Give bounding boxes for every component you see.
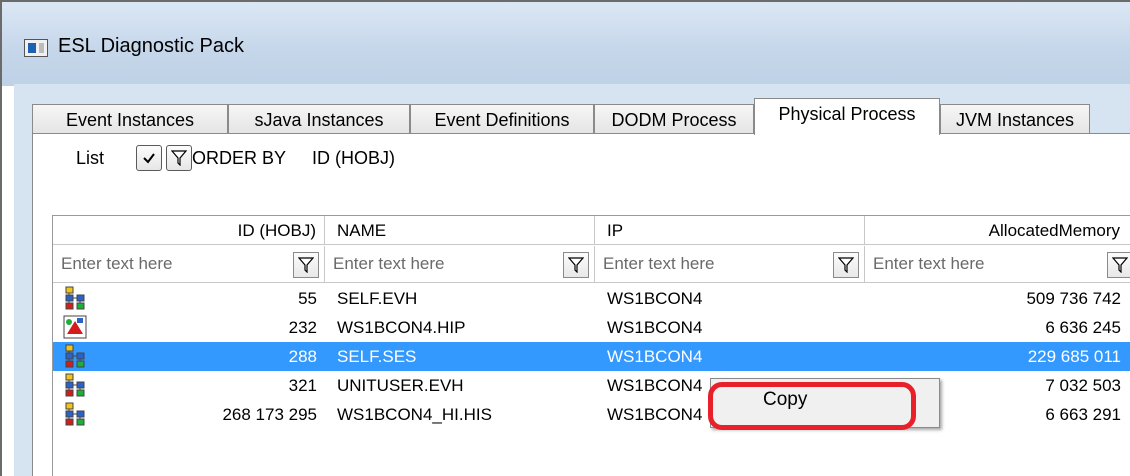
filter-button-id[interactable] — [293, 252, 319, 278]
cell-name: SELF.SES — [337, 347, 417, 366]
filter-input-allocated-memory[interactable] — [873, 246, 1073, 282]
table-row[interactable]: 232 WS1BCON4.HIP WS1BCON4 6 636 245 — [53, 313, 1130, 342]
filter-cell-allocated-memory — [865, 246, 1130, 283]
process-grid: ID (HOBJ) NAME IP AllocatedMemory 55 SELF… — [52, 215, 1130, 476]
filter-cell-ip — [595, 246, 865, 283]
filter-button-name[interactable] — [563, 252, 589, 278]
funnel-icon — [1112, 257, 1128, 273]
column-header-ip[interactable]: IP — [595, 216, 865, 245]
tab-physical-process[interactable]: Physical Process — [754, 98, 940, 135]
filter-input-ip[interactable] — [603, 246, 803, 282]
cell-name: WS1BCON4.HIP — [337, 318, 466, 337]
window-title: ESL Diagnostic Pack — [58, 35, 245, 57]
column-header-allocated-memory[interactable]: AllocatedMemory — [865, 216, 1130, 245]
column-header-name[interactable]: NAME — [325, 216, 595, 245]
tab-sjava-instances[interactable]: sJava Instances — [228, 104, 410, 134]
filter-cell-name — [325, 246, 595, 283]
cell-id: 321 — [288, 376, 317, 395]
order-by-label: ORDER BY — [192, 148, 287, 168]
funnel-icon — [170, 150, 188, 167]
filter-input-id[interactable] — [61, 246, 261, 282]
cell-allocated-memory: 6 636 245 — [1045, 318, 1121, 337]
filter-button[interactable] — [166, 145, 192, 171]
cell-id: 268 173 295 — [222, 405, 317, 424]
title-bar: ESL Diagnostic Pack — [2, 2, 1130, 86]
check-button[interactable] — [136, 145, 162, 171]
tab-event-definitions[interactable]: Event Definitions — [410, 104, 594, 134]
cell-id: 55 — [298, 289, 317, 308]
list-label: List — [76, 148, 105, 168]
tab-jvm-instances[interactable]: JVM Instances — [940, 104, 1090, 134]
filter-input-name[interactable] — [333, 246, 533, 282]
cell-ip: WS1BCON4 — [607, 318, 703, 337]
table-row[interactable]: 268 173 295 WS1BCON4_HI.HIS WS1BCON4 6 663 … — [53, 400, 1130, 429]
cell-allocated-memory: 509 736 742 — [1026, 289, 1121, 308]
cell-name: WS1BCON4_HI.HIS — [337, 405, 492, 424]
cell-allocated-memory: 229 685 011 — [1027, 347, 1121, 366]
funnel-icon — [298, 257, 314, 273]
table-row[interactable]: 55 SELF.EVH WS1BCON4 509 736 742 — [53, 284, 1130, 313]
cell-ip: WS1BCON4 — [607, 347, 703, 366]
table-row[interactable]: 288 SELF.SES WS1BCON4 229 685 011 — [53, 342, 1130, 371]
filter-button-ip[interactable] — [833, 252, 859, 278]
check-icon — [143, 153, 155, 164]
funnel-icon — [568, 257, 584, 273]
tab-event-instances[interactable]: Event Instances — [32, 104, 228, 134]
tab-dodm-process[interactable]: DODM Process — [594, 104, 754, 134]
column-header-id[interactable]: ID (HOBJ) — [53, 216, 325, 245]
table-row[interactable]: 321 UNITUSER.EVH WS1BCON4 7 032 503 — [53, 371, 1130, 400]
app-icon — [24, 39, 48, 57]
funnel-icon — [838, 257, 854, 273]
order-by-value[interactable]: ID (HOBJ) — [312, 148, 395, 169]
cell-name: SELF.EVH — [337, 289, 418, 308]
filter-cell-id — [53, 246, 325, 283]
cell-id: 288 — [288, 347, 317, 366]
cell-id: 232 — [288, 318, 317, 337]
cell-name: UNITUSER.EVH — [337, 376, 464, 395]
cell-ip: WS1BCON4 — [607, 289, 703, 308]
copy-highlight-ring — [708, 382, 916, 430]
filter-button-allocated-memory[interactable] — [1107, 252, 1130, 278]
